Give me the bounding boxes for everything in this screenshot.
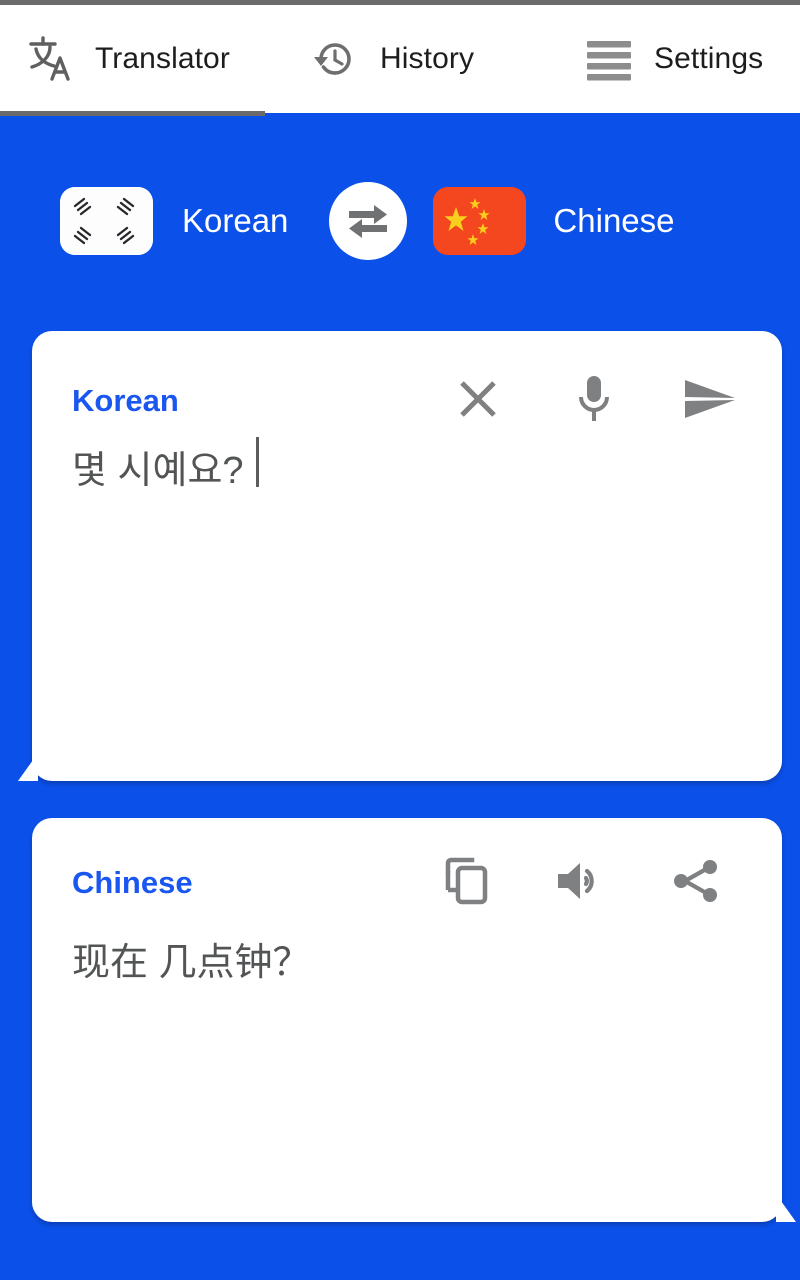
tab-translator-label: Translator (95, 42, 230, 75)
history-clock-icon (307, 31, 363, 87)
tab-history[interactable]: History (265, 5, 533, 113)
close-x-icon (455, 376, 501, 427)
send-icon (682, 376, 738, 427)
language-selector-bar: Korean Chinese (0, 113, 800, 328)
microphone-icon (574, 373, 614, 430)
voice-input-button[interactable] (568, 375, 620, 427)
china-flag[interactable] (433, 186, 527, 255)
source-text-value: 몇 시예요? (72, 450, 244, 493)
translate-icon (22, 31, 78, 87)
target-card-actions (440, 839, 744, 909)
translated-text-card: Chinese 现在 几点钟？ (32, 818, 796, 1222)
target-card-language-label: Chinese (72, 865, 193, 900)
translated-text-body: 现在 几点钟？ (32, 940, 782, 988)
top-tab-bar: Translator History Settings (0, 0, 800, 116)
translator-app-screen: Translator History Settings Korean Chine… (0, 0, 800, 1280)
source-card-actions (452, 347, 744, 427)
speaker-volume-icon (554, 857, 608, 910)
south-korea-flag[interactable] (60, 186, 153, 255)
translate-send-button[interactable] (684, 375, 736, 427)
swap-arrows-icon (343, 196, 393, 245)
hamburger-menu-icon (581, 31, 637, 87)
translated-text-value: 现在 几点钟？ (72, 942, 311, 984)
speech-bubble-tail-right (776, 1194, 796, 1222)
tab-settings-label: Settings (654, 42, 764, 75)
source-text-body[interactable]: 몇 시예요? (32, 437, 782, 496)
speech-bubble-tail-left (18, 753, 38, 781)
source-language-label[interactable]: Korean (182, 202, 288, 240)
clear-text-button[interactable] (452, 375, 504, 427)
source-text-card: Korean 몇 시예요? (18, 331, 782, 781)
share-icon (670, 856, 722, 911)
copy-icon (439, 854, 493, 913)
source-card-language-label: Korean (72, 383, 179, 418)
tab-translator[interactable]: Translator (0, 5, 265, 113)
source-card-header: Korean (32, 331, 782, 443)
share-translation-button[interactable] (670, 857, 722, 909)
text-cursor (255, 437, 259, 487)
copy-translation-button[interactable] (440, 857, 492, 909)
tab-history-label: History (380, 42, 475, 75)
target-card-header: Chinese (32, 818, 782, 930)
tab-settings[interactable]: Settings (533, 5, 800, 113)
speak-translation-button[interactable] (555, 857, 607, 909)
target-language-label[interactable]: Chinese (553, 202, 674, 240)
swap-languages-button[interactable] (329, 181, 408, 260)
